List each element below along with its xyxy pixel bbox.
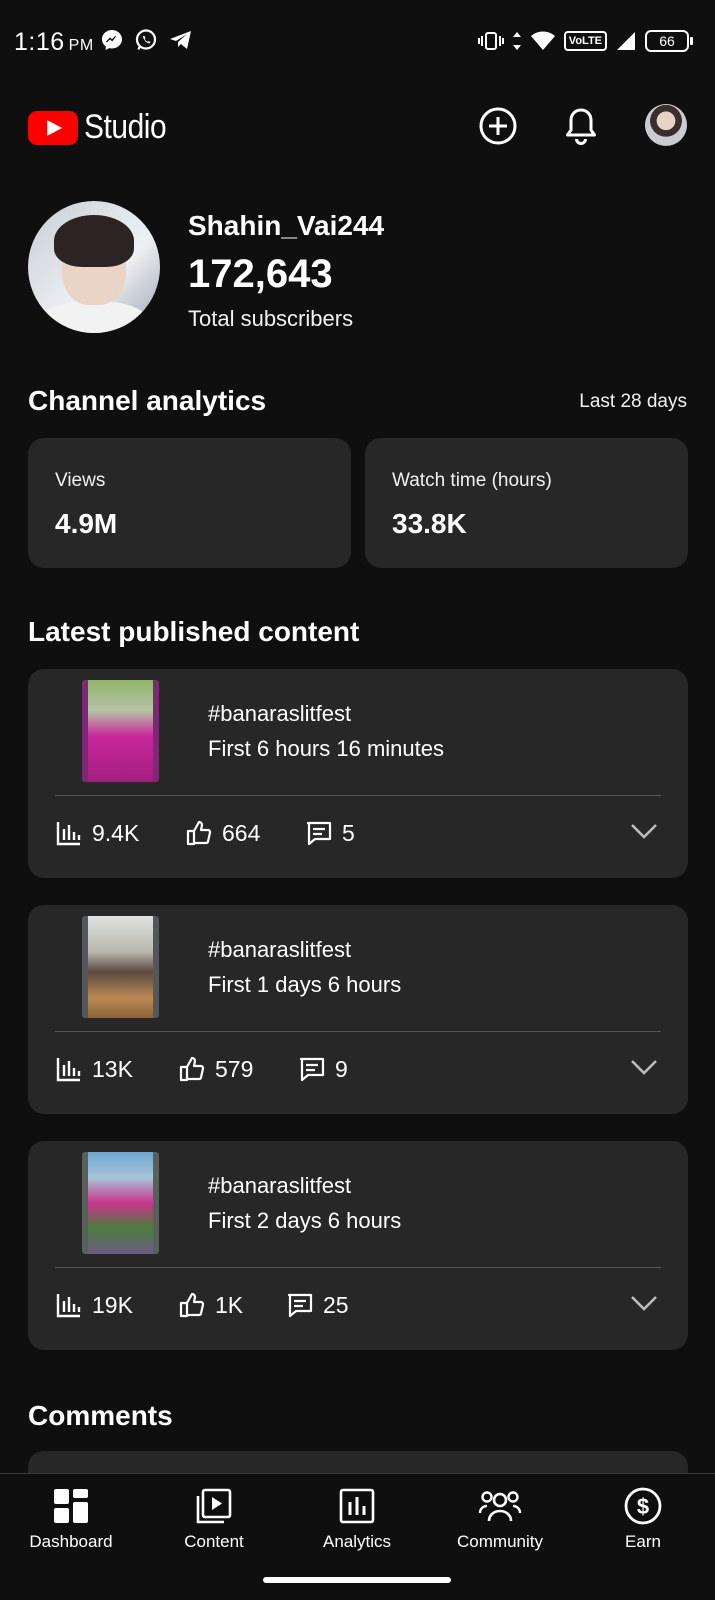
nav-earn[interactable]: $ Earn — [573, 1484, 713, 1552]
views-card[interactable]: Views 4.9M — [28, 438, 351, 568]
home-indicator[interactable] — [263, 1577, 451, 1583]
battery-icon: 66 — [645, 30, 693, 52]
video-thumbnail[interactable] — [82, 680, 159, 782]
community-icon — [478, 1491, 522, 1522]
like-icon — [179, 1292, 205, 1318]
watch-time-card[interactable]: Watch time (hours) 33.8K — [365, 438, 688, 568]
views-label: Views — [55, 470, 106, 491]
notifications-button[interactable] — [559, 104, 603, 148]
comment-icon — [306, 821, 332, 846]
messenger-icon — [102, 30, 122, 50]
views-metric: 19K — [55, 1291, 133, 1319]
video-period: First 2 days 6 hours — [208, 1208, 402, 1233]
likes-metric: 579 — [178, 1055, 253, 1083]
subscriber-label: Total subscribers — [188, 306, 354, 331]
likes-metric: 1K — [178, 1291, 243, 1319]
chevron-down-icon[interactable] — [630, 1057, 658, 1077]
comment-icon — [287, 1293, 313, 1318]
nav-label: Earn — [625, 1532, 661, 1551]
whatsapp-icon — [135, 29, 157, 50]
status-notification-icons — [100, 28, 194, 52]
logo-text: Studio — [84, 108, 167, 146]
chevron-down-icon[interactable] — [630, 1293, 658, 1313]
views-metric: 13K — [55, 1055, 133, 1083]
nav-dashboard[interactable]: Dashboard — [1, 1484, 141, 1552]
channel-name: Shahin_Vai244 — [188, 210, 385, 241]
earn-icon: $ — [624, 1487, 662, 1525]
video-thumbnail[interactable] — [82, 916, 159, 1018]
nav-label: Community — [457, 1532, 543, 1551]
content-card[interactable]: #banaraslitfest First 2 days 6 hours 19K… — [28, 1141, 688, 1350]
youtube-studio-logo[interactable]: Studio — [28, 108, 177, 147]
account-avatar[interactable] — [645, 104, 687, 146]
status-ampm: PM — [68, 37, 94, 54]
video-metrics: 9.4K 664 5 — [55, 819, 575, 849]
app-header: Studio — [0, 96, 715, 160]
views-metric: 9.4K — [55, 819, 139, 847]
volte-badge: VoLTE — [563, 31, 607, 51]
youtube-play-icon — [28, 110, 78, 145]
analytics-icon — [339, 1488, 375, 1524]
divider — [55, 795, 661, 796]
watch-time-label: Watch time (hours) — [392, 470, 552, 491]
bar-chart-icon — [56, 1294, 81, 1318]
content-card[interactable]: #banaraslitfest First 1 days 6 hours 13K… — [28, 905, 688, 1114]
divider — [55, 1031, 661, 1032]
video-thumbnail[interactable] — [82, 1152, 159, 1254]
video-period: First 6 hours 16 minutes — [208, 736, 444, 761]
svg-text:$: $ — [637, 1494, 649, 1519]
video-title: #banaraslitfest — [208, 701, 352, 726]
views-value: 4.9M — [55, 508, 118, 539]
nav-label: Analytics — [322, 1532, 392, 1551]
status-system-icons: VoLTE 66 — [477, 30, 693, 52]
signal-icon — [617, 32, 635, 50]
notifications-icon — [566, 108, 596, 145]
data-arrows-icon — [512, 32, 521, 50]
video-title: #banaraslitfest — [208, 937, 352, 962]
content-icon — [196, 1488, 232, 1524]
nav-content[interactable]: Content — [144, 1484, 284, 1552]
create-icon — [479, 107, 517, 145]
video-title: #banaraslitfest — [208, 1173, 352, 1198]
likes-metric: 664 — [185, 819, 260, 847]
wifi-icon — [530, 31, 555, 50]
bar-chart-icon — [56, 822, 81, 846]
channel-avatar — [28, 201, 160, 333]
chevron-down-icon[interactable] — [630, 821, 658, 841]
nav-label: Dashboard — [29, 1532, 113, 1551]
analytics-range: Last 28 days — [579, 391, 687, 412]
subscriber-count: 172,643 — [188, 252, 333, 296]
like-icon — [186, 820, 212, 846]
watch-time-value: 33.8K — [392, 508, 467, 539]
content-card[interactable]: #banaraslitfest First 6 hours 16 minutes… — [28, 669, 688, 878]
divider — [55, 1267, 661, 1268]
video-period: First 1 days 6 hours — [208, 972, 402, 997]
create-button[interactable] — [476, 104, 520, 148]
comments-metric: 5 — [305, 819, 355, 847]
comments-metric: 9 — [298, 1055, 348, 1083]
vibrate-icon — [477, 32, 504, 50]
like-icon — [179, 1056, 205, 1082]
bar-chart-icon — [56, 1058, 81, 1082]
nav-community[interactable]: Community — [430, 1484, 570, 1552]
analytics-title: Channel analytics — [28, 385, 267, 416]
video-metrics: 19K 1K 25 — [55, 1291, 575, 1321]
status-bar: 1:16 PM VoLTE 66 — [0, 0, 715, 84]
comments-title: Comments — [28, 1400, 173, 1431]
video-metrics: 13K 579 9 — [55, 1055, 575, 1085]
comments-metric: 25 — [286, 1291, 349, 1319]
dashboard-icon — [54, 1489, 88, 1523]
comment-icon — [299, 1057, 325, 1082]
telegram-icon — [170, 31, 191, 49]
latest-content-title: Latest published content — [28, 616, 360, 647]
nav-label: Content — [184, 1532, 244, 1551]
status-time: 1:16 PM — [14, 28, 94, 56]
nav-analytics[interactable]: Analytics — [287, 1484, 427, 1552]
